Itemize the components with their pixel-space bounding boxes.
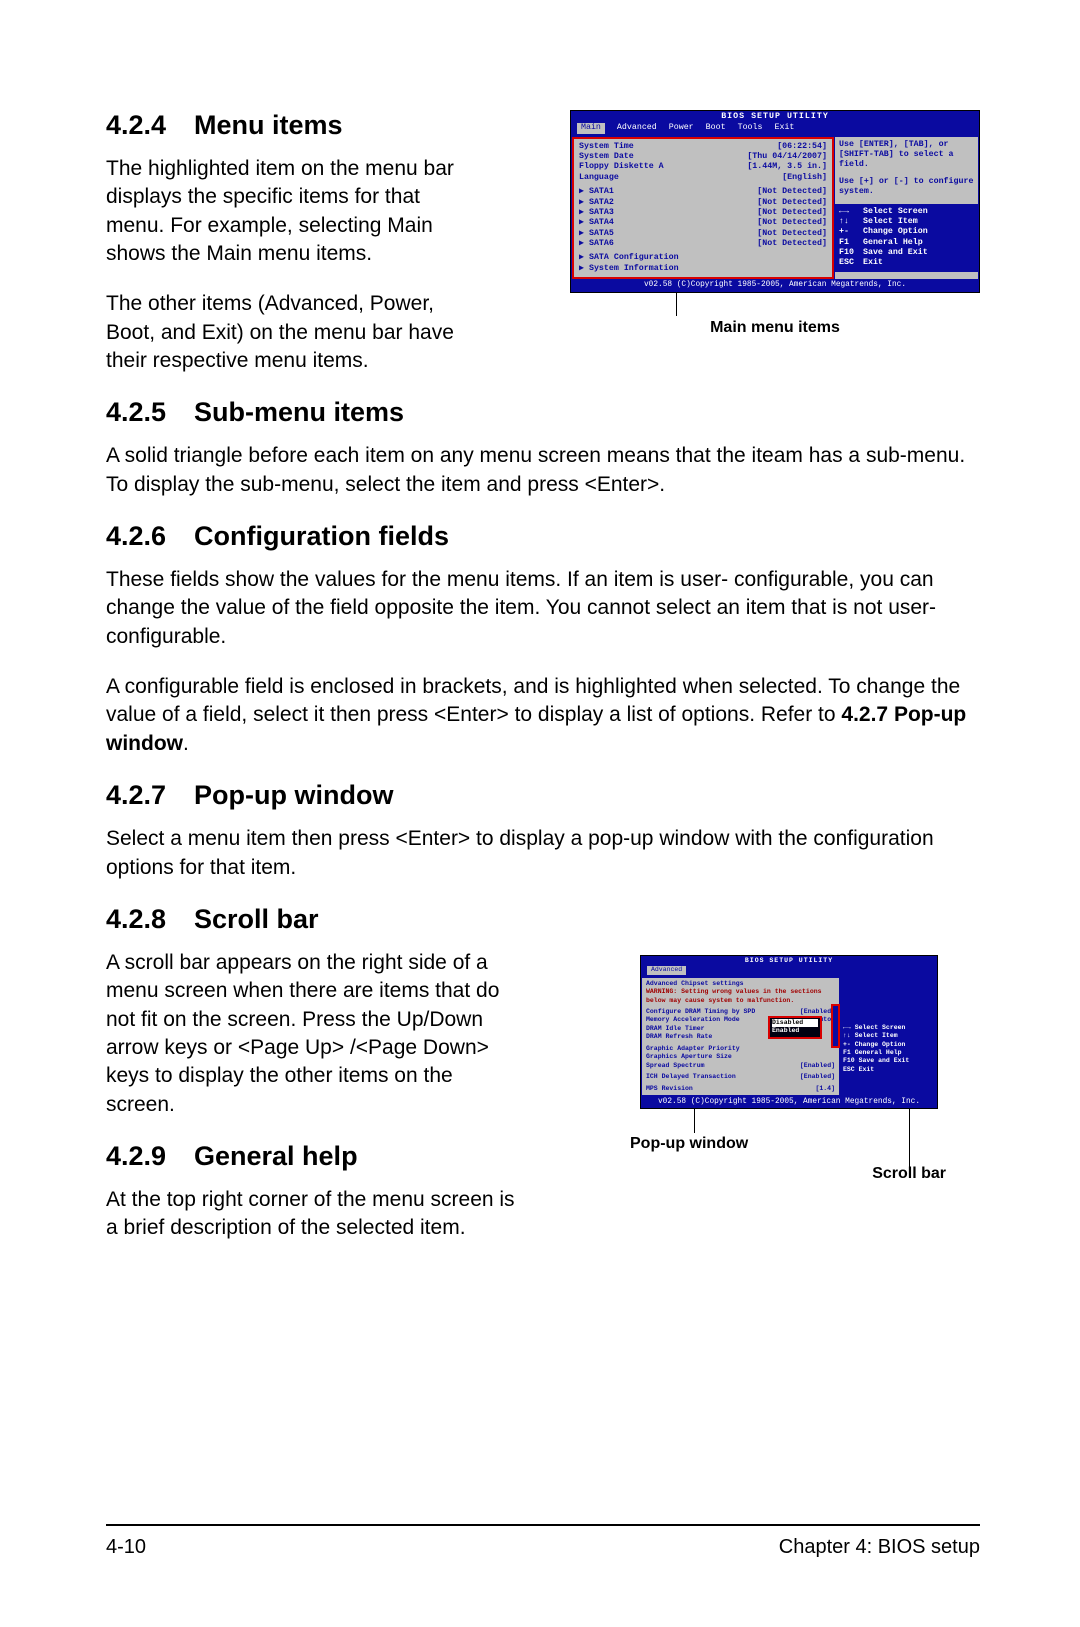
leader-line-icon bbox=[909, 1109, 910, 1167]
page-footer: 4-10 Chapter 4: BIOS setup bbox=[106, 1524, 980, 1559]
bios2-caption-popup: Pop-up window bbox=[630, 1135, 748, 1153]
leader-line-icon bbox=[694, 1109, 695, 1133]
bios1-caption: Main menu items bbox=[570, 319, 980, 337]
para-4-2-4-a: The highlighted item on the menu bar dis… bbox=[106, 155, 456, 268]
heading-4-2-5: 4.2.5Sub-menu items bbox=[106, 397, 980, 428]
leader-line-icon bbox=[676, 292, 677, 316]
bios1-tab-power: Power bbox=[669, 123, 694, 133]
bios1-row-val: [06:22:54] bbox=[777, 142, 827, 152]
bios1-help-panel: Use [ENTER], [TAB], or [SHIFT-TAB] to se… bbox=[835, 137, 978, 279]
heading-4-2-7: 4.2.7Pop-up window bbox=[106, 780, 980, 811]
bios2-help-panel: ←→ Select Screen ↑↓ Select Item +- Chang… bbox=[840, 978, 936, 1095]
bios2-footer: v02.58 (C)Copyright 1985-2005, American … bbox=[641, 1096, 937, 1108]
bios1-tab-boot: Boot bbox=[706, 123, 726, 133]
bios2-tabs: Advanced bbox=[641, 966, 937, 976]
bios1-tab-exit: Exit bbox=[775, 123, 795, 133]
bios1-tab-main: Main bbox=[577, 123, 605, 133]
para-4-2-6-a: These fields show the values for the men… bbox=[106, 566, 980, 651]
para-4-2-9: At the top right corner of the menu scre… bbox=[106, 1186, 526, 1243]
bios-screenshot-2: BIOS SETUP UTILITY Advanced Advanced Chi… bbox=[640, 955, 938, 1109]
heading-4-2-6: 4.2.6Configuration fields bbox=[106, 521, 980, 552]
heading-4-2-9: 4.2.9General help bbox=[106, 1141, 980, 1172]
para-4-2-7: Select a menu item then press <Enter> to… bbox=[106, 825, 980, 882]
chapter-label: Chapter 4: BIOS setup bbox=[779, 1536, 980, 1559]
bios2-caption-scroll: Scroll bar bbox=[872, 1165, 946, 1183]
page: BIOS SETUP UTILITY Main Advanced Power B… bbox=[0, 0, 1080, 1627]
para-4-2-4-b: The other items (Advanced, Power, Boot, … bbox=[106, 290, 456, 375]
bios-screenshot-1: BIOS SETUP UTILITY Main Advanced Power B… bbox=[570, 110, 980, 293]
bios2-scrollbar bbox=[833, 1006, 838, 1046]
para-4-2-5: A solid triangle before each item on any… bbox=[106, 442, 980, 499]
bios1-footer: v02.58 (C)Copyright 1985-2005, American … bbox=[571, 280, 979, 292]
bios2-title: BIOS SETUP UTILITY bbox=[641, 956, 937, 966]
bios2-popup: Disabled Enabled bbox=[770, 1018, 820, 1037]
bios2-main-panel: Advanced Chipset settings WARNING: Setti… bbox=[642, 978, 839, 1095]
bios1-tab-tools: Tools bbox=[738, 123, 763, 133]
bios1-row-lbl: System Time bbox=[579, 142, 777, 152]
bios1-main-panel: System Time[06:22:54] System Date[Thu 04… bbox=[572, 137, 834, 279]
heading-4-2-8: 4.2.8Scroll bar bbox=[106, 904, 980, 935]
bios1-tab-advanced: Advanced bbox=[617, 123, 657, 133]
para-4-2-6-b: A configurable field is enclosed in brac… bbox=[106, 673, 980, 758]
bios-figure-2: BIOS SETUP UTILITY Advanced Advanced Chi… bbox=[640, 955, 940, 1109]
para-4-2-8: A scroll bar appears on the right side o… bbox=[106, 949, 526, 1119]
bios1-title: BIOS SETUP UTILITY bbox=[571, 111, 979, 123]
bios1-tabs: Main Advanced Power Boot Tools Exit bbox=[571, 123, 979, 135]
page-number: 4-10 bbox=[106, 1536, 146, 1559]
bios-figure-1: BIOS SETUP UTILITY Main Advanced Power B… bbox=[570, 110, 980, 337]
bios2-tab-advanced: Advanced bbox=[647, 966, 686, 974]
